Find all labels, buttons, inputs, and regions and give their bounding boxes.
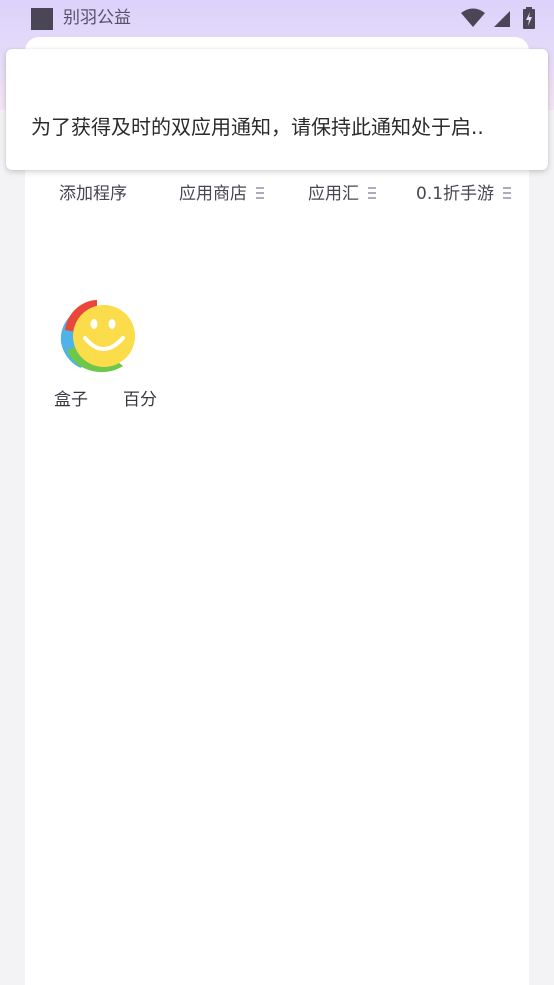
wifi-icon: [461, 8, 485, 27]
status-bar: 别羽公益: [0, 0, 554, 36]
app-source-tabs: 添加程序 应用商店 应用汇 0.1折手游: [25, 180, 529, 210]
cellular-signal-icon: [494, 11, 510, 27]
battery-icon: [523, 7, 535, 29]
tab-app-store[interactable]: 应用商店: [179, 180, 264, 210]
app-indicator-icon: [31, 8, 53, 30]
tab-label: 应用商店: [179, 184, 247, 204]
status-app-name: 别羽公益: [63, 8, 131, 28]
drag-handle-icon[interactable]: [368, 187, 376, 200]
app-item-box[interactable]: 盒子: [25, 290, 135, 420]
drag-handle-icon[interactable]: [503, 187, 512, 200]
tab-label: 0.1折手游: [416, 184, 495, 204]
notification-card[interactable]: 为了获得及时的双应用通知，请保持此通知处于启..: [6, 49, 548, 170]
smiley-face-app-icon[interactable]: [53, 294, 137, 378]
drag-handle-icon[interactable]: [256, 187, 264, 200]
tab-add-program[interactable]: 添加程序: [59, 180, 127, 210]
status-icons: [460, 7, 544, 29]
app-grid: 盒子 百分: [25, 290, 529, 420]
tab-label: 添加程序: [59, 184, 127, 204]
tab-discount-games[interactable]: 0.1折手游: [416, 180, 512, 210]
app-label: 盒子: [54, 390, 88, 410]
tab-app-hub[interactable]: 应用汇: [308, 180, 376, 210]
notification-message: 为了获得及时的双应用通知，请保持此通知处于启..: [31, 115, 484, 139]
tab-label: 应用汇: [308, 184, 359, 204]
app-label-partial[interactable]: 百分: [123, 388, 161, 412]
